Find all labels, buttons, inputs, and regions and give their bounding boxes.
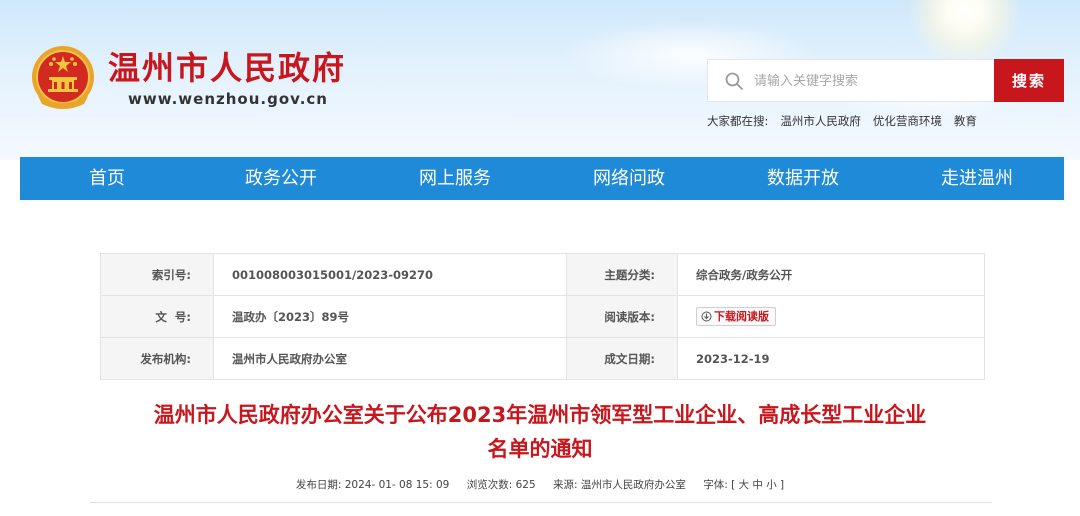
font-size-control[interactable]: [ 大 中 小 ]	[731, 479, 784, 491]
publisher-label: 发布机构:	[100, 337, 214, 380]
article-title: 温州市人民政府办公室关于公布2023年温州市领军型工业企业、高成长型工业企业 名…	[60, 398, 1020, 466]
views-label: 浏览次数:	[466, 479, 513, 491]
index-number-value: 001008003015001/2023-09270	[213, 253, 567, 296]
article-title-line: 温州市人民政府办公室关于公布2023年温州市领军型工业企业、高成长型工业企业	[153, 403, 927, 427]
index-number-label: 索引号:	[100, 253, 214, 296]
document-meta-table: 索引号: 001008003015001/2023-09270 主题分类: 综合…	[100, 253, 985, 380]
hot-search-link[interactable]: 优化营商环境	[873, 113, 942, 129]
meta-row: 文 号: 温政办〔2023〕89号 阅读版本: 下载阅读版	[100, 295, 985, 338]
nav-item-open-data[interactable]: 数据开放	[716, 157, 890, 200]
written-date-label: 成文日期:	[566, 337, 678, 380]
search-icon	[725, 72, 743, 90]
nav-item-online-inquiry[interactable]: 网络问政	[542, 157, 716, 200]
sun-glare	[905, 0, 1025, 65]
reading-version-label: 阅读版本:	[566, 295, 678, 338]
divider	[90, 502, 992, 503]
main-nav: 首页 政务公开 网上服务 网络问政 数据开放 走进温州	[20, 157, 1064, 200]
document-number-value: 温政办〔2023〕89号	[213, 295, 567, 338]
category-value: 综合政务/政务公开	[677, 253, 985, 296]
meta-row: 索引号: 001008003015001/2023-09270 主题分类: 综合…	[100, 253, 985, 296]
nav-item-about-wenzhou[interactable]: 走进温州	[890, 157, 1064, 200]
publisher-value: 温州市人民政府办公室	[213, 337, 567, 380]
publish-date-value: 2024- 01- 08 15: 09	[344, 479, 450, 491]
search-box	[707, 59, 995, 102]
download-reading-version-button[interactable]: 下载阅读版	[696, 307, 776, 326]
document-number-label: 文 号:	[100, 295, 214, 338]
site-url: www.wenzhou.gov.cn	[128, 90, 328, 108]
download-label: 下载阅读版	[714, 310, 769, 323]
article-meta-bar: 发布日期: 2024- 01- 08 15: 09 浏览次数: 625 来源: …	[0, 477, 1080, 492]
hot-search-label: 大家都在搜:	[707, 114, 769, 128]
source-value: 温州市人民政府办公室	[580, 479, 686, 491]
hot-search-link[interactable]: 温州市人民政府	[780, 113, 861, 129]
search-button[interactable]: 搜索	[994, 59, 1064, 102]
views-value: 625	[515, 479, 536, 491]
meta-row: 发布机构: 温州市人民政府办公室 成文日期: 2023-12-19	[100, 337, 985, 380]
category-label: 主题分类:	[566, 253, 678, 296]
source-label: 来源:	[552, 479, 578, 491]
font-size-label: 字体:	[703, 479, 728, 491]
site-title: 温州市人民政府	[108, 49, 347, 87]
article-title-line: 名单的通知	[487, 437, 593, 461]
reading-version-cell: 下载阅读版	[677, 295, 985, 338]
nav-item-government-affairs[interactable]: 政务公开	[194, 157, 368, 200]
search-input[interactable]	[754, 66, 986, 96]
written-date-value: 2023-12-19	[677, 337, 985, 380]
hot-search-bar: 大家都在搜: 温州市人民政府 优化营商环境 教育	[707, 113, 977, 129]
nav-item-home[interactable]: 首页	[20, 157, 194, 200]
download-icon	[701, 311, 712, 322]
nav-item-online-services[interactable]: 网上服务	[368, 157, 542, 200]
publish-date-label: 发布日期:	[295, 479, 342, 491]
national-emblem-icon	[32, 46, 94, 109]
hot-search-link[interactable]: 教育	[954, 113, 977, 129]
